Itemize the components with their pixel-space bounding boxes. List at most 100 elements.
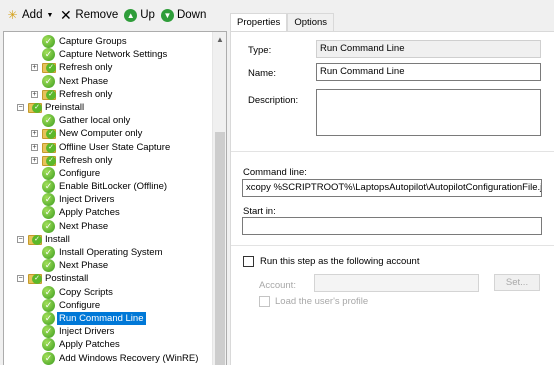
vertical-scrollbar[interactable]: ▲ bbox=[212, 32, 226, 365]
tree-item[interactable]: ✓ Configure bbox=[4, 166, 212, 180]
tree-item[interactable]: ✓ Configure bbox=[4, 298, 212, 312]
add-button[interactable]: ✳ Add ▼ bbox=[6, 7, 54, 22]
tree-item-label: Inject Drivers bbox=[59, 194, 115, 206]
check-icon: ✓ bbox=[46, 89, 56, 100]
tree-item[interactable]: + ✓ Refresh only bbox=[4, 88, 212, 101]
expand-icon[interactable]: + bbox=[31, 156, 38, 164]
tree-item[interactable]: ✓ Apply Patches bbox=[4, 206, 212, 220]
chevron-down-icon: ▼ bbox=[46, 11, 54, 19]
tree-item[interactable]: ✓ Enable BitLocker (Offline) bbox=[4, 180, 212, 194]
check-icon: ✓ bbox=[42, 180, 55, 194]
command-line-label: Command line: bbox=[243, 167, 307, 178]
check-icon: ✓ bbox=[42, 351, 55, 365]
set-account-button[interactable]: Set... bbox=[494, 274, 540, 291]
check-icon: ✓ bbox=[46, 129, 56, 140]
expand-icon[interactable]: + bbox=[31, 143, 38, 151]
up-button[interactable]: ▲ Up bbox=[124, 8, 155, 22]
tree-item[interactable]: ✓ Capture Groups bbox=[4, 35, 212, 48]
tree-item-label: Configure bbox=[59, 299, 101, 311]
tree-item[interactable]: + ✓ Refresh only bbox=[4, 154, 212, 167]
tree-item[interactable]: ✓ Copy Scripts bbox=[4, 285, 212, 299]
toolbar: ✳ Add ▼ ✕ Remove ▲ Up ▼ Down bbox=[0, 0, 228, 30]
tree-item[interactable]: − ✓ Install bbox=[4, 233, 212, 246]
tree-item-label: Next Phase bbox=[59, 260, 109, 272]
tree-item[interactable]: ✓ Next Phase bbox=[4, 74, 212, 88]
tree-item[interactable]: − ✓ Postinstall bbox=[4, 272, 212, 285]
account-label: Account: bbox=[259, 280, 296, 291]
tree-item[interactable]: ✓ Gather local only bbox=[4, 114, 212, 128]
tab-properties[interactable]: Properties bbox=[230, 13, 288, 32]
tree-item[interactable]: ✓ Next Phase bbox=[4, 219, 212, 233]
start-in-field[interactable] bbox=[242, 217, 542, 235]
check-icon: ✓ bbox=[42, 311, 55, 325]
tree-item[interactable]: ✓ Inject Drivers bbox=[4, 325, 212, 339]
check-icon: ✓ bbox=[42, 259, 55, 273]
tree-item[interactable]: ✓ Install Operating System bbox=[4, 246, 212, 259]
tree-item-label: Capture Network Settings bbox=[59, 49, 168, 61]
down-button-label: Down bbox=[176, 9, 207, 21]
load-profile-checkbox[interactable] bbox=[259, 296, 270, 307]
tree-item[interactable]: ✓ Next Phase bbox=[4, 259, 212, 273]
arrow-down-icon: ▼ bbox=[160, 8, 174, 22]
name-field[interactable]: Run Command Line bbox=[316, 63, 541, 81]
close-icon: ✕ bbox=[60, 6, 72, 23]
tree-item-label: Refresh only bbox=[59, 88, 113, 100]
name-label: Name: bbox=[248, 68, 276, 79]
add-icon: ✳ bbox=[7, 7, 18, 22]
check-icon: ✓ bbox=[32, 234, 42, 245]
remove-button-label: Remove bbox=[75, 9, 119, 21]
task-sequence-tree[interactable]: ✓ Capture Groups ✓ Capture Network Settings… bbox=[3, 31, 227, 365]
type-label: Type: bbox=[248, 45, 272, 56]
folder-icon: ✓ bbox=[42, 129, 56, 140]
check-icon: ✓ bbox=[42, 325, 55, 339]
tree-item-label: Offline User State Capture bbox=[59, 141, 171, 153]
check-icon: ✓ bbox=[32, 102, 42, 113]
tree-item[interactable]: ✓ Add Windows Recovery (WinRE) bbox=[4, 351, 212, 365]
check-icon: ✓ bbox=[42, 193, 55, 207]
tree-item-label: Next Phase bbox=[59, 75, 109, 87]
check-icon: ✓ bbox=[42, 285, 55, 299]
folder-icon: ✓ bbox=[42, 89, 56, 100]
run-as-account-checkbox[interactable] bbox=[243, 256, 254, 267]
check-icon: ✓ bbox=[42, 338, 55, 352]
account-field[interactable] bbox=[314, 274, 479, 292]
tree-item-label: Next Phase bbox=[59, 220, 109, 232]
tree-item[interactable]: ✓ Capture Network Settings bbox=[4, 48, 212, 62]
collapse-icon[interactable]: − bbox=[17, 103, 24, 111]
tree-item[interactable]: ✓ Run Command Line bbox=[4, 311, 212, 325]
tree-item-label: Postinstall bbox=[45, 273, 89, 285]
folder-icon: ✓ bbox=[28, 234, 42, 245]
check-icon: ✓ bbox=[42, 219, 55, 233]
tree-item[interactable]: + ✓ New Computer only bbox=[4, 127, 212, 140]
command-line-field[interactable]: xcopy %SCRIPTROOT%\LaptopsAutopilot\Auto… bbox=[242, 179, 542, 197]
expand-icon[interactable]: + bbox=[31, 90, 38, 98]
tree-item-label: New Computer only bbox=[59, 128, 143, 140]
tree-item[interactable]: ✓ Apply Patches bbox=[4, 338, 212, 352]
check-icon: ✓ bbox=[42, 48, 55, 62]
tree-item-label: Enable BitLocker (Offline) bbox=[59, 181, 168, 193]
collapse-icon[interactable]: − bbox=[17, 235, 24, 243]
tree-item-label: Apply Patches bbox=[59, 339, 120, 351]
check-icon: ✓ bbox=[46, 63, 56, 74]
tab-options[interactable]: Options bbox=[287, 13, 335, 31]
scroll-up-icon[interactable]: ▲ bbox=[213, 35, 226, 47]
expand-icon[interactable]: + bbox=[31, 64, 38, 72]
type-field: Run Command Line bbox=[316, 40, 541, 58]
tree-item[interactable]: + ✓ Offline User State Capture bbox=[4, 141, 212, 154]
tree-item-label: Install bbox=[45, 233, 70, 245]
scrollbar-thumb[interactable] bbox=[215, 132, 225, 365]
collapse-icon[interactable]: − bbox=[17, 275, 24, 283]
tree-item-label: Apply Patches bbox=[59, 207, 120, 219]
tree-item-label: Install Operating System bbox=[59, 247, 163, 258]
expand-icon[interactable]: + bbox=[31, 130, 38, 138]
tree-list: ✓ Capture Groups ✓ Capture Network Settings… bbox=[4, 35, 212, 365]
tree-item[interactable]: + ✓ Refresh only bbox=[4, 61, 212, 74]
section-divider bbox=[231, 151, 554, 152]
tree-item[interactable]: ✓ Inject Drivers bbox=[4, 193, 212, 207]
tree-item[interactable]: − ✓ Preinstall bbox=[4, 101, 212, 114]
tree-item-label: Refresh only bbox=[59, 154, 113, 166]
down-button[interactable]: ▼ Down bbox=[160, 8, 207, 22]
task-sequence-pane: ✳ Add ▼ ✕ Remove ▲ Up ▼ Down ✓ Capture Gr… bbox=[0, 0, 228, 365]
remove-button[interactable]: ✕ Remove bbox=[59, 6, 119, 23]
description-field[interactable] bbox=[316, 89, 541, 136]
